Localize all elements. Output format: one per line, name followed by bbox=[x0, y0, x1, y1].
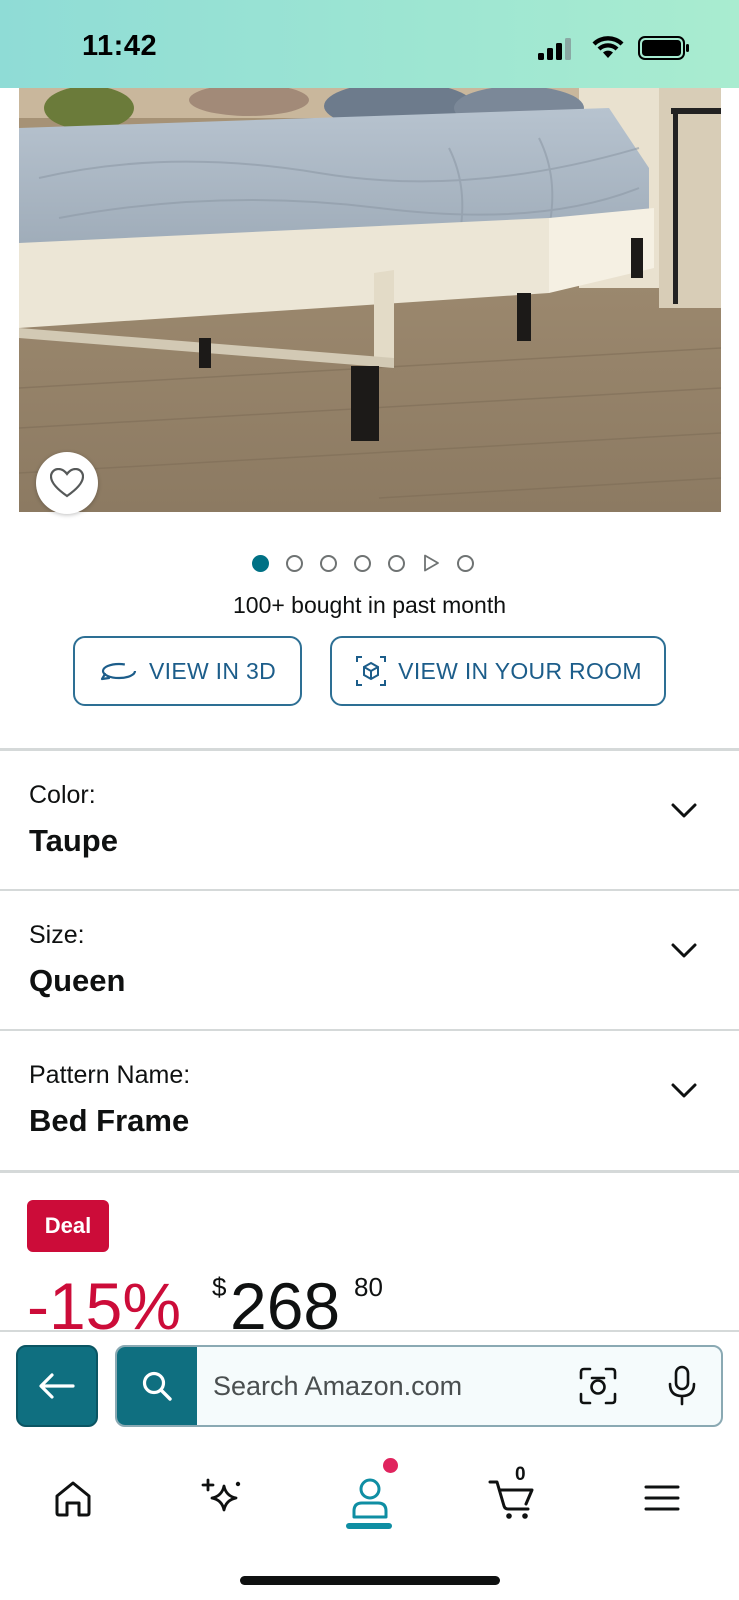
nav-home[interactable] bbox=[43, 1468, 103, 1528]
search-bar[interactable] bbox=[115, 1345, 723, 1427]
camera-lens-icon[interactable] bbox=[579, 1367, 617, 1405]
pattern-name-selector[interactable]: Pattern Name: Bed Frame bbox=[0, 1031, 739, 1169]
cart-count: 0 bbox=[515, 1464, 526, 1485]
active-tab-indicator bbox=[346, 1523, 392, 1529]
view-in-your-room-label: VIEW IN YOUR ROOM bbox=[398, 657, 642, 684]
search-input[interactable] bbox=[213, 1347, 543, 1425]
nav-rufus[interactable] bbox=[192, 1468, 252, 1528]
color-selector[interactable]: Color: Taupe bbox=[0, 751, 739, 889]
chevron-down-icon bbox=[671, 943, 697, 958]
nav-account[interactable] bbox=[340, 1468, 400, 1528]
status-time: 11:42 bbox=[82, 30, 158, 62]
hamburger-menu-icon bbox=[644, 1485, 680, 1511]
carousel-dot[interactable] bbox=[320, 554, 337, 572]
size-selector[interactable]: Size: Queen bbox=[0, 891, 739, 1029]
home-indicator bbox=[240, 1576, 500, 1585]
nav-cart[interactable] bbox=[484, 1468, 544, 1528]
wishlist-button[interactable] bbox=[36, 452, 98, 514]
view-in-3d-button[interactable]: VIEW IN 3D bbox=[73, 636, 302, 706]
section-divider bbox=[0, 1170, 739, 1173]
battery-icon bbox=[638, 36, 689, 60]
arrow-left-icon bbox=[39, 1373, 75, 1399]
bed-frame-illustration bbox=[19, 88, 721, 512]
cellular-signal-icon bbox=[538, 38, 571, 60]
search-icon bbox=[142, 1371, 172, 1401]
carousel-dot[interactable] bbox=[252, 554, 269, 572]
color-value: Taupe bbox=[29, 823, 118, 858]
back-button[interactable] bbox=[16, 1345, 98, 1427]
carousel-dot[interactable] bbox=[457, 554, 474, 572]
microphone-icon[interactable] bbox=[667, 1365, 697, 1407]
sparkle-icon bbox=[201, 1478, 241, 1512]
pattern-name-value: Bed Frame bbox=[29, 1103, 190, 1138]
chevron-down-icon bbox=[671, 803, 697, 818]
nav-menu[interactable] bbox=[632, 1468, 692, 1528]
home-icon bbox=[55, 1481, 91, 1517]
view-in-your-room-button[interactable]: VIEW IN YOUR ROOM bbox=[330, 636, 666, 706]
chevron-down-icon bbox=[671, 1083, 697, 1098]
size-label: Size: bbox=[29, 921, 85, 949]
cart-icon bbox=[488, 1480, 534, 1519]
size-value: Queen bbox=[29, 963, 126, 998]
price-fraction: 80 bbox=[354, 1272, 383, 1302]
product-image[interactable] bbox=[19, 88, 721, 512]
heart-icon bbox=[50, 468, 84, 498]
rotate-3d-icon bbox=[100, 662, 137, 681]
person-icon bbox=[352, 1478, 388, 1519]
video-play-icon[interactable] bbox=[422, 554, 440, 572]
bought-in-past-month: 100+ bought in past month bbox=[232, 592, 506, 618]
ar-cube-icon bbox=[356, 656, 387, 686]
wifi-icon bbox=[592, 36, 624, 58]
notification-badge bbox=[383, 1458, 398, 1473]
search-button[interactable] bbox=[117, 1347, 197, 1425]
carousel-dot[interactable] bbox=[388, 554, 405, 572]
view-in-3d-label: VIEW IN 3D bbox=[149, 657, 276, 684]
pattern-name-label: Pattern Name: bbox=[29, 1061, 191, 1089]
carousel-dot[interactable] bbox=[354, 554, 371, 572]
status-bar: 11:42 bbox=[0, 0, 739, 88]
price-currency: $ bbox=[212, 1272, 227, 1302]
image-carousel-indicator[interactable] bbox=[252, 553, 491, 573]
deal-badge: Deal bbox=[27, 1200, 109, 1252]
carousel-dot[interactable] bbox=[286, 554, 303, 572]
color-label: Color: bbox=[29, 781, 96, 809]
